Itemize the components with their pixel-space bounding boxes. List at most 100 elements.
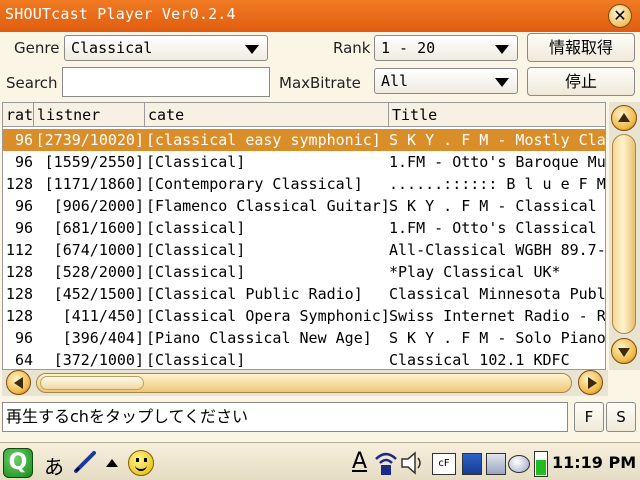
pen-icon[interactable] bbox=[72, 449, 98, 475]
mouse-icon[interactable] bbox=[508, 455, 530, 473]
memory-card-icon[interactable] bbox=[462, 453, 482, 475]
rank-value: 1 - 20 bbox=[381, 39, 436, 57]
cell-listner: [1559/2550] bbox=[44, 153, 144, 171]
cell-cate: [Classical] bbox=[146, 263, 246, 281]
cell-cate: [classical] bbox=[146, 219, 246, 237]
table-header: rate listner cate Title bbox=[3, 103, 605, 127]
cell-listner: [372/1000] bbox=[53, 351, 144, 369]
cell-listner: [906/2000] bbox=[53, 197, 144, 215]
cell-listner: [2739/10020] bbox=[35, 131, 144, 149]
search-input[interactable] bbox=[62, 67, 270, 97]
genre-select[interactable]: Classical bbox=[64, 35, 268, 61]
cell-rate: 112 bbox=[5, 241, 33, 259]
table-row[interactable]: 64 [372/1000] [Classical] Classical 102.… bbox=[3, 349, 605, 369]
info-fetch-button[interactable]: 情報取得 bbox=[527, 33, 635, 62]
cell-title: 1.FM - Otto's Classical Music bbox=[389, 219, 605, 237]
scroll-up-button[interactable] bbox=[611, 105, 637, 131]
table-row[interactable]: 128 [1171/1860] [Contemporary Classical]… bbox=[3, 173, 605, 195]
battery-icon bbox=[534, 451, 548, 477]
table-row[interactable]: 96 [906/2000] [Flamenco Classical Guitar… bbox=[3, 195, 606, 217]
f-button[interactable]: F bbox=[574, 402, 604, 432]
cell-cate: [Flamenco Classical Guitar] bbox=[146, 197, 388, 215]
cell-listner: [411/450] bbox=[62, 307, 144, 325]
table-row[interactable]: 128 [452/1500] [Classical Public Radio] … bbox=[3, 283, 606, 305]
close-button[interactable]: ✕ bbox=[608, 4, 632, 28]
cell-rate: 128 bbox=[5, 175, 33, 193]
close-icon: ✕ bbox=[613, 6, 627, 25]
cell-title: S K Y . F M - Classical & bbox=[389, 197, 606, 215]
title-bar: SHOUTcast Player Ver0.2.4 ✕ bbox=[0, 0, 640, 32]
vertical-scroll-thumb[interactable] bbox=[612, 134, 636, 334]
sd-card-icon[interactable] bbox=[486, 453, 506, 475]
cell-cate: [Classical Opera Symphonic] bbox=[146, 307, 388, 325]
column-header-rate[interactable]: rate bbox=[3, 103, 34, 127]
cell-rate: 96 bbox=[14, 197, 33, 215]
cell-rate: 128 bbox=[5, 307, 33, 325]
menu-up-icon[interactable] bbox=[106, 459, 118, 467]
table-row[interactable]: 96 [2739/10020] [classical easy symphoni… bbox=[3, 129, 606, 151]
cell-rate: 128 bbox=[5, 263, 33, 281]
cell-title: S K Y . F M - Mostly Classical bbox=[389, 131, 606, 149]
cell-cate: [classical easy symphonic] bbox=[146, 131, 381, 149]
cell-title: Swiss Internet Radio - Ra bbox=[389, 307, 606, 325]
cell-cate: [Classical] bbox=[146, 153, 246, 171]
horizontal-scroll-thumb[interactable] bbox=[40, 376, 144, 390]
chevron-down-icon bbox=[495, 78, 509, 87]
cell-listner: [452/1500] bbox=[53, 285, 144, 303]
s-button[interactable]: S bbox=[606, 402, 636, 432]
input-method-indicator[interactable]: あ bbox=[44, 451, 64, 480]
cell-title: *Play Classical UK* bbox=[389, 263, 561, 281]
arrow-up-icon bbox=[618, 113, 630, 122]
arrow-down-icon bbox=[618, 348, 630, 357]
cell-rate: 96 bbox=[14, 219, 33, 237]
cell-rate: 96 bbox=[14, 329, 33, 347]
volume-icon[interactable] bbox=[400, 451, 426, 475]
maxbitrate-select[interactable]: All bbox=[374, 68, 518, 94]
table-row[interactable]: 128 [528/2000] [Classical] *Play Classic… bbox=[3, 261, 605, 283]
scroll-down-button[interactable] bbox=[611, 338, 637, 364]
column-header-cate[interactable]: cate bbox=[145, 103, 389, 127]
column-header-listner[interactable]: listner bbox=[34, 103, 145, 127]
smiley-icon[interactable] bbox=[128, 450, 154, 476]
cell-listner: [674/1000] bbox=[53, 241, 144, 259]
table-row[interactable]: 96 [681/1600] [classical] 1.FM - Otto's … bbox=[3, 217, 605, 239]
cell-title: 1.FM - Otto's Baroque Music bbox=[389, 153, 606, 171]
scroll-left-button[interactable] bbox=[6, 370, 31, 395]
cell-cate: [Contemporary Classical] bbox=[146, 175, 363, 193]
genre-label: Genre bbox=[14, 39, 60, 57]
wifi-icon[interactable] bbox=[374, 449, 398, 477]
vertical-scrollbar[interactable] bbox=[609, 102, 640, 370]
compactflash-icon[interactable]: cF bbox=[432, 453, 456, 475]
rank-select[interactable]: 1 - 20 bbox=[374, 35, 518, 61]
table-row[interactable]: 96 [396/404] [Piano Classical New Age] S… bbox=[3, 327, 605, 349]
table-row[interactable]: 128 [411/450] [Classical Opera Symphonic… bbox=[3, 305, 606, 327]
maxbitrate-value: All bbox=[381, 72, 409, 90]
table-row[interactable]: 112 [674/1000] [Classical] All-Classical… bbox=[3, 239, 606, 261]
font-a-icon[interactable]: A bbox=[352, 449, 367, 474]
scroll-right-button[interactable] bbox=[578, 370, 603, 395]
horizontal-scroll-track[interactable] bbox=[36, 373, 572, 393]
arrow-left-icon bbox=[14, 377, 23, 389]
horizontal-scrollbar[interactable] bbox=[2, 370, 608, 396]
table-row[interactable]: 96 [1559/2550] [Classical] 1.FM - Otto's… bbox=[3, 151, 606, 173]
cell-listner: [1171/1860] bbox=[44, 175, 144, 193]
column-header-title[interactable]: Title bbox=[389, 103, 605, 127]
cell-rate: 96 bbox=[14, 131, 33, 149]
cell-rate: 128 bbox=[5, 285, 33, 303]
battery-level bbox=[536, 460, 546, 475]
cell-title: Classical 102.1 KDFC bbox=[389, 351, 570, 369]
status-message: 再生するchをタップしてください bbox=[2, 402, 568, 432]
launcher-q-icon[interactable]: Q bbox=[3, 448, 33, 478]
search-label: Search bbox=[6, 74, 58, 92]
clock: 11:19 PM bbox=[552, 453, 637, 472]
genre-value: Classical bbox=[71, 39, 153, 57]
rank-label: Rank bbox=[333, 39, 371, 57]
arrow-right-icon bbox=[588, 377, 597, 389]
cell-listner: [396/404] bbox=[62, 329, 144, 347]
cell-rate: 96 bbox=[14, 153, 33, 171]
chevron-down-icon bbox=[245, 45, 259, 54]
cell-title: All-Classical WGBH 89.7-FM bbox=[389, 241, 606, 259]
stop-button[interactable]: 停止 bbox=[527, 67, 635, 96]
cell-listner: [681/1600] bbox=[53, 219, 144, 237]
cell-title: Classical Minnesota Public bbox=[389, 285, 606, 303]
